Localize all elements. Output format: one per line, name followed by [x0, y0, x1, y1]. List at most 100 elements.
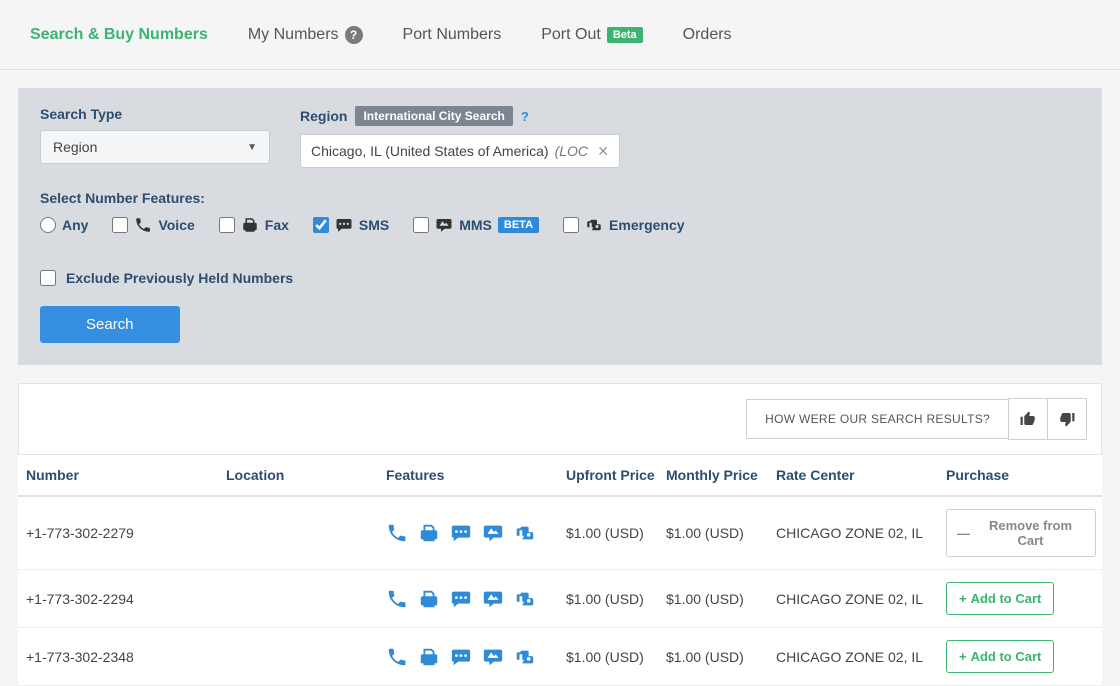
search-panel: Search Type Region ▼ Region Internationa… [18, 88, 1102, 365]
cell-number: +1-773-302-2279 [26, 525, 226, 541]
top-tabs: Search & Buy Numbers My Numbers ? Port N… [0, 0, 1120, 70]
feature-voice[interactable]: Voice [112, 216, 194, 234]
fax-icon [418, 522, 440, 544]
search-button[interactable]: Search [40, 306, 180, 343]
emergency-icon [514, 522, 536, 544]
col-monthly[interactable]: Monthly Price [666, 467, 776, 483]
cell-rate-center: CHICAGO ZONE 02, IL [776, 649, 946, 665]
row-features [386, 588, 566, 610]
col-features[interactable]: Features [386, 467, 566, 483]
emergency-checkbox[interactable] [563, 217, 579, 233]
phone-icon [386, 588, 408, 610]
region-input[interactable]: Chicago, IL (United States of America) (… [300, 134, 620, 168]
features-label: Select Number Features: [40, 190, 1080, 206]
phone-icon [134, 216, 152, 234]
sms-icon [335, 216, 353, 234]
cell-monthly: $1.00 (USD) [666, 591, 776, 607]
feature-label: Any [62, 217, 88, 233]
row-features [386, 522, 566, 544]
row-features [386, 646, 566, 668]
tab-my-numbers[interactable]: My Numbers ? [248, 26, 363, 44]
select-value: Region [53, 139, 97, 155]
mms-icon [435, 216, 453, 234]
thumbs-up-button[interactable] [1008, 398, 1048, 440]
table-row: +1-773-302-2294 $1.00 (USD) $1.00 (USD) … [18, 570, 1102, 628]
emergency-icon [585, 216, 603, 234]
col-rate-center[interactable]: Rate Center [776, 467, 946, 483]
cell-upfront: $1.00 (USD) [566, 525, 666, 541]
col-upfront[interactable]: Upfront Price [566, 467, 666, 483]
thumbs-down-button[interactable] [1047, 398, 1087, 440]
cell-rate-center: CHICAGO ZONE 02, IL [776, 525, 946, 541]
cell-number: +1-773-302-2348 [26, 649, 226, 665]
exclude-option[interactable]: Exclude Previously Held Numbers [40, 270, 1080, 286]
cell-monthly: $1.00 (USD) [666, 649, 776, 665]
feature-sms[interactable]: SMS [313, 216, 389, 234]
cell-purchase: — Remove from Cart [946, 509, 1096, 557]
chevron-down-icon: ▼ [247, 142, 257, 153]
fax-checkbox[interactable] [219, 217, 235, 233]
feedback-prompt: HOW WERE OUR SEARCH RESULTS? [746, 399, 1009, 439]
button-label: Add to Cart [971, 649, 1042, 664]
sms-checkbox[interactable] [313, 217, 329, 233]
thumb-down-icon [1058, 410, 1076, 428]
feature-label: Emergency [609, 217, 684, 233]
region-label-row: Region International City Search ? [300, 106, 620, 126]
cell-number: +1-773-302-2294 [26, 591, 226, 607]
region-value: Chicago, IL (United States of America) [311, 143, 549, 159]
table-row: +1-773-302-2279 $1.00 (USD) $1.00 (USD) … [18, 497, 1102, 570]
feature-label: Voice [158, 217, 194, 233]
feature-mms[interactable]: MMS BETA [413, 216, 539, 234]
feedback-bar: HOW WERE OUR SEARCH RESULTS? [18, 383, 1102, 455]
phone-icon [386, 646, 408, 668]
exclude-label: Exclude Previously Held Numbers [66, 270, 293, 286]
minus-icon: — [957, 526, 970, 541]
sms-icon [450, 588, 472, 610]
results-table: Number Location Features Upfront Price M… [18, 455, 1102, 686]
exclude-checkbox[interactable] [40, 270, 56, 286]
tab-port-numbers[interactable]: Port Numbers [403, 26, 502, 44]
feature-emergency[interactable]: Emergency [563, 216, 684, 234]
feature-any[interactable]: Any [40, 217, 88, 233]
plus-icon: + [959, 649, 967, 664]
tab-label: My Numbers [248, 26, 339, 44]
col-number[interactable]: Number [26, 467, 226, 483]
feature-label: MMS [459, 217, 492, 233]
fax-icon [418, 588, 440, 610]
region-suffix: (LOC [555, 143, 588, 159]
beta-badge: BETA [498, 217, 539, 233]
tab-label: Port Out [541, 26, 601, 44]
add-to-cart-button[interactable]: + Add to Cart [946, 582, 1054, 615]
col-purchase[interactable]: Purchase [946, 467, 1096, 483]
help-icon[interactable]: ? [345, 26, 363, 44]
tab-port-out[interactable]: Port Out Beta [541, 26, 642, 44]
emergency-icon [514, 646, 536, 668]
search-type-select[interactable]: Region ▼ [40, 130, 270, 164]
feature-fax[interactable]: Fax [219, 216, 289, 234]
mms-checkbox[interactable] [413, 217, 429, 233]
help-icon[interactable]: ? [521, 109, 529, 124]
beta-badge: Beta [607, 27, 643, 43]
any-radio[interactable] [40, 217, 56, 233]
cell-rate-center: CHICAGO ZONE 02, IL [776, 591, 946, 607]
cell-upfront: $1.00 (USD) [566, 591, 666, 607]
button-label: Remove from Cart [976, 518, 1085, 548]
feature-label: SMS [359, 217, 389, 233]
col-location[interactable]: Location [226, 467, 386, 483]
region-label: Region [300, 108, 347, 124]
sms-icon [450, 522, 472, 544]
tab-orders[interactable]: Orders [683, 26, 732, 44]
cell-monthly: $1.00 (USD) [666, 525, 776, 541]
phone-icon [386, 522, 408, 544]
button-label: Add to Cart [971, 591, 1042, 606]
tab-search-buy[interactable]: Search & Buy Numbers [30, 26, 208, 44]
table-row: +1-773-302-2348 $1.00 (USD) $1.00 (USD) … [18, 628, 1102, 686]
add-to-cart-button[interactable]: + Add to Cart [946, 640, 1054, 673]
region-badge: International City Search [355, 106, 512, 126]
mms-icon [482, 588, 504, 610]
plus-icon: + [959, 591, 967, 606]
mms-icon [482, 646, 504, 668]
voice-checkbox[interactable] [112, 217, 128, 233]
clear-icon[interactable]: ✕ [597, 143, 609, 160]
remove-from-cart-button[interactable]: — Remove from Cart [946, 509, 1096, 557]
